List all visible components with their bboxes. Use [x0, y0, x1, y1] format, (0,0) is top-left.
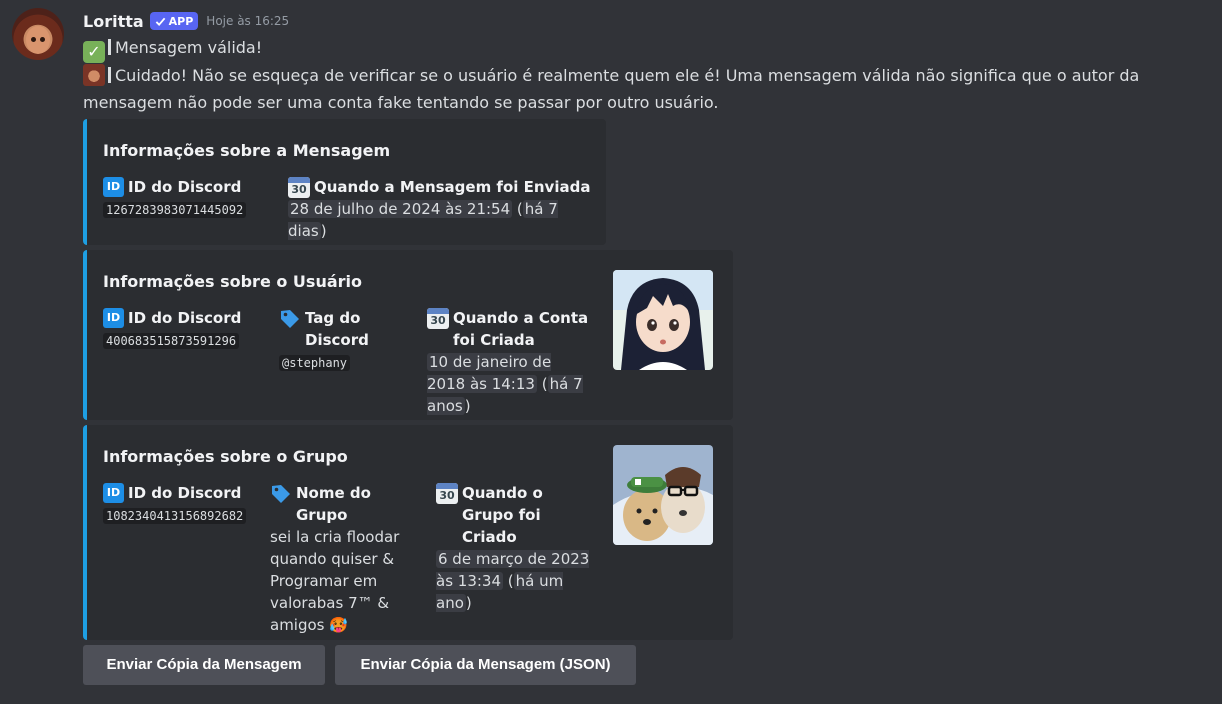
- field-name: Tag do Discord: [305, 309, 369, 349]
- send-copy-button[interactable]: Enviar Cópia da Mensagem: [83, 645, 325, 685]
- discord-tag-value[interactable]: @stephany: [279, 355, 351, 371]
- tag-icon: [281, 310, 299, 328]
- app-badge-label: APP: [168, 14, 194, 28]
- discord-id-value[interactable]: 1082340413156892682: [103, 508, 247, 524]
- date-timestamp[interactable]: 10 de janeiro de 2018 às 14:13: [427, 353, 552, 393]
- id-icon: ID: [103, 483, 124, 503]
- embed-title: Informações sobre o Grupo: [103, 447, 348, 466]
- loritta-emoji-icon: [83, 64, 105, 86]
- app-badge: APP: [149, 12, 199, 30]
- warning-line: Cuidado! Não se esqueça de verificar se …: [83, 63, 1139, 89]
- field-discord-id: ID ID do Discord 1082340413156892682: [103, 482, 268, 527]
- username[interactable]: Loritta: [83, 12, 144, 31]
- valid-line: ✓ Mensagem válida!: [83, 35, 262, 63]
- tag-icon: [272, 485, 290, 503]
- field-name: ID do Discord: [128, 178, 242, 196]
- field-name: Quando a Conta foi Criada: [453, 309, 589, 349]
- embed-user-info: Informações sobre o Usuário ID ID do Disc…: [83, 250, 733, 420]
- check-mark-emoji-icon: ✓: [83, 41, 105, 63]
- date-timestamp[interactable]: 6 de março de 2023 às 13:34: [436, 550, 590, 590]
- warning-text-1: Cuidado! Não se esqueça de verificar se …: [115, 66, 1140, 85]
- field-name: ID do Discord: [128, 309, 242, 327]
- message-timestamp: Hoje às 16:25: [206, 14, 290, 28]
- group-icon-thumbnail[interactable]: [613, 445, 713, 545]
- checkmark-icon: [155, 17, 165, 26]
- dogs-group-icon: [613, 445, 713, 545]
- id-icon: ID: [103, 177, 124, 197]
- embed-title: Informações sobre o Usuário: [103, 272, 362, 291]
- group-name-value: sei la cria floodar quando quiser & Prog…: [270, 528, 400, 634]
- user-avatar-thumbnail[interactable]: [613, 270, 713, 370]
- warning-text-2: mensagem não pode ser uma conta fake ten…: [83, 93, 719, 112]
- id-icon: ID: [103, 308, 124, 328]
- field-discord-id: ID ID do Discord 1267283983071445092: [103, 176, 283, 221]
- send-copy-json-button[interactable]: Enviar Cópia da Mensagem (JSON): [335, 645, 636, 685]
- field-name: Quando a Mensagem foi Enviada: [314, 178, 591, 196]
- field-sent-date: 30 Quando a Mensagem foi Enviada 28 de ju…: [288, 177, 591, 240]
- field-group-name: Nome do Grupo sei la cria floodar quando…: [270, 482, 425, 636]
- calendar-icon: 30: [427, 308, 449, 329]
- embed-title: Informações sobre a Mensagem: [103, 141, 391, 160]
- field-discord-id: ID ID do Discord 400683515873591296: [103, 307, 268, 352]
- field-group-created: 30 Quando o Grupo foi Criado 6 de março d…: [436, 482, 596, 614]
- message-header: Loritta APP Hoje às 16:25: [83, 10, 289, 32]
- calendar-icon: 30: [436, 483, 458, 504]
- discord-id-value[interactable]: 400683515873591296: [103, 333, 240, 349]
- separator-bar: [108, 67, 111, 83]
- field-name: ID do Discord: [128, 484, 242, 502]
- embed-group-info: Informações sobre o Grupo ID ID do Discor…: [83, 425, 733, 640]
- separator-bar: [108, 39, 111, 55]
- field-name: Quando o Grupo foi Criado: [462, 484, 543, 546]
- discord-id-value[interactable]: 1267283983071445092: [103, 202, 247, 218]
- field-account-created: 30 Quando a Conta foi Criada 10 de janeir…: [427, 307, 592, 417]
- field-discord-tag: Tag do Discord @stephany: [279, 307, 424, 374]
- date-timestamp[interactable]: 28 de julho de 2024 às 21:54: [288, 200, 513, 218]
- loritta-avatar[interactable]: [12, 8, 64, 60]
- field-name: Nome do Grupo: [296, 484, 371, 524]
- warning-line-2: mensagem não pode ser uma conta fake ten…: [83, 90, 718, 116]
- embed-message-info: Informações sobre a Mensagem ID ID do Dis…: [83, 119, 606, 245]
- anime-girl-avatar-icon: [613, 270, 713, 370]
- valid-message-text: Mensagem válida!: [115, 38, 263, 57]
- calendar-icon: 30: [288, 177, 310, 198]
